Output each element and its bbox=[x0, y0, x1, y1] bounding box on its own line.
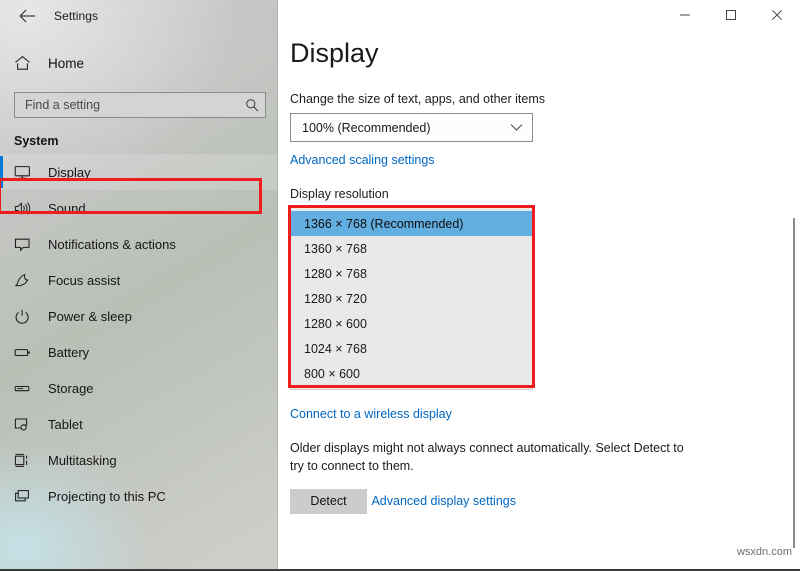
sidebar-item-label: Multitasking bbox=[48, 453, 117, 468]
vertical-scrollbar[interactable] bbox=[793, 218, 795, 548]
settings-window: Settings Home System bbox=[0, 0, 800, 571]
sidebar-group-label: System bbox=[0, 134, 278, 148]
close-icon[interactable] bbox=[754, 0, 800, 30]
sidebar-item-notifications[interactable]: Notifications & actions bbox=[0, 226, 278, 262]
home-icon bbox=[14, 55, 40, 71]
moon-icon bbox=[14, 273, 42, 288]
advanced-scaling-settings-link[interactable]: Advanced scaling settings bbox=[290, 153, 435, 167]
sidebar-item-display[interactable]: Display bbox=[0, 154, 278, 190]
sidebar-item-label: Power & sleep bbox=[48, 309, 132, 324]
back-icon[interactable] bbox=[12, 2, 42, 30]
search-icon[interactable] bbox=[245, 98, 259, 112]
sidebar-item-focus-assist[interactable]: Focus assist bbox=[0, 262, 278, 298]
connect-wireless-display-link[interactable]: Connect to a wireless display bbox=[290, 407, 452, 421]
resolution-option[interactable]: 1280 × 720 bbox=[291, 286, 532, 311]
resolution-option[interactable]: 1280 × 768 bbox=[291, 261, 532, 286]
sidebar-item-label: Sound bbox=[48, 201, 86, 216]
sidebar-item-multitasking[interactable]: Multitasking bbox=[0, 442, 278, 478]
resolution-option[interactable]: 1280 × 600 bbox=[291, 311, 532, 336]
maximize-icon[interactable] bbox=[708, 0, 754, 30]
sidebar-item-label: Focus assist bbox=[48, 273, 120, 288]
sidebar-item-home[interactable]: Home bbox=[0, 46, 278, 80]
main-content: Display Change the size of text, apps, a… bbox=[278, 0, 800, 571]
storage-icon bbox=[14, 381, 42, 396]
resolution-dropdown-open: 1366 × 768 (Recommended) 1360 × 768 1280… bbox=[290, 207, 533, 390]
sidebar-item-label: Projecting to this PC bbox=[48, 489, 166, 504]
sidebar: Settings Home System bbox=[0, 0, 278, 571]
chevron-down-icon bbox=[510, 123, 523, 132]
power-icon bbox=[14, 309, 42, 324]
sidebar-item-label: Display bbox=[48, 165, 91, 180]
window-controls bbox=[662, 0, 800, 30]
resolution-section-label: Display resolution bbox=[290, 187, 800, 201]
scale-dropdown-value: 100% (Recommended) bbox=[302, 121, 431, 135]
resolution-option[interactable]: 1366 × 768 (Recommended) bbox=[291, 211, 532, 236]
page-title: Display bbox=[290, 40, 800, 67]
app-title: Settings bbox=[54, 9, 98, 23]
sidebar-titlebar: Settings bbox=[0, 0, 278, 32]
sidebar-item-storage[interactable]: Storage bbox=[0, 370, 278, 406]
multitasking-icon bbox=[14, 453, 42, 468]
advanced-display-settings-link[interactable]: Advanced display settings bbox=[371, 494, 516, 508]
tablet-icon bbox=[14, 417, 42, 432]
home-label: Home bbox=[48, 56, 84, 71]
detect-helper-text: Older displays might not always connect … bbox=[290, 439, 690, 475]
projecting-icon bbox=[14, 489, 42, 504]
resolution-listbox[interactable]: 1366 × 768 (Recommended) 1360 × 768 1280… bbox=[290, 207, 533, 390]
sidebar-nav-list: Display Sound bbox=[0, 154, 278, 514]
search-box[interactable] bbox=[14, 92, 266, 118]
scale-dropdown[interactable]: 100% (Recommended) bbox=[290, 113, 533, 142]
monitor-icon bbox=[14, 165, 42, 180]
resolution-option[interactable]: 1024 × 768 bbox=[291, 336, 532, 361]
watermark: wsxdn.com bbox=[737, 546, 792, 558]
scale-section-label: Change the size of text, apps, and other… bbox=[290, 92, 800, 106]
sidebar-item-power-sleep[interactable]: Power & sleep bbox=[0, 298, 278, 334]
sidebar-item-label: Battery bbox=[48, 345, 89, 360]
battery-icon bbox=[14, 345, 42, 360]
sidebar-item-sound[interactable]: Sound bbox=[0, 190, 278, 226]
minimize-icon[interactable] bbox=[662, 0, 708, 30]
sidebar-item-battery[interactable]: Battery bbox=[0, 334, 278, 370]
speaker-icon bbox=[14, 201, 42, 216]
sidebar-item-projecting[interactable]: Projecting to this PC bbox=[0, 478, 278, 514]
detect-button[interactable]: Detect bbox=[290, 489, 367, 514]
sidebar-item-tablet[interactable]: Tablet bbox=[0, 406, 278, 442]
sidebar-item-label: Notifications & actions bbox=[48, 237, 176, 252]
notification-icon bbox=[14, 237, 42, 252]
resolution-option[interactable]: 800 × 600 bbox=[291, 361, 532, 386]
sidebar-item-label: Storage bbox=[48, 381, 94, 396]
resolution-option[interactable]: 1360 × 768 bbox=[291, 236, 532, 261]
sidebar-item-label: Tablet bbox=[48, 417, 83, 432]
search-input[interactable] bbox=[25, 98, 245, 112]
